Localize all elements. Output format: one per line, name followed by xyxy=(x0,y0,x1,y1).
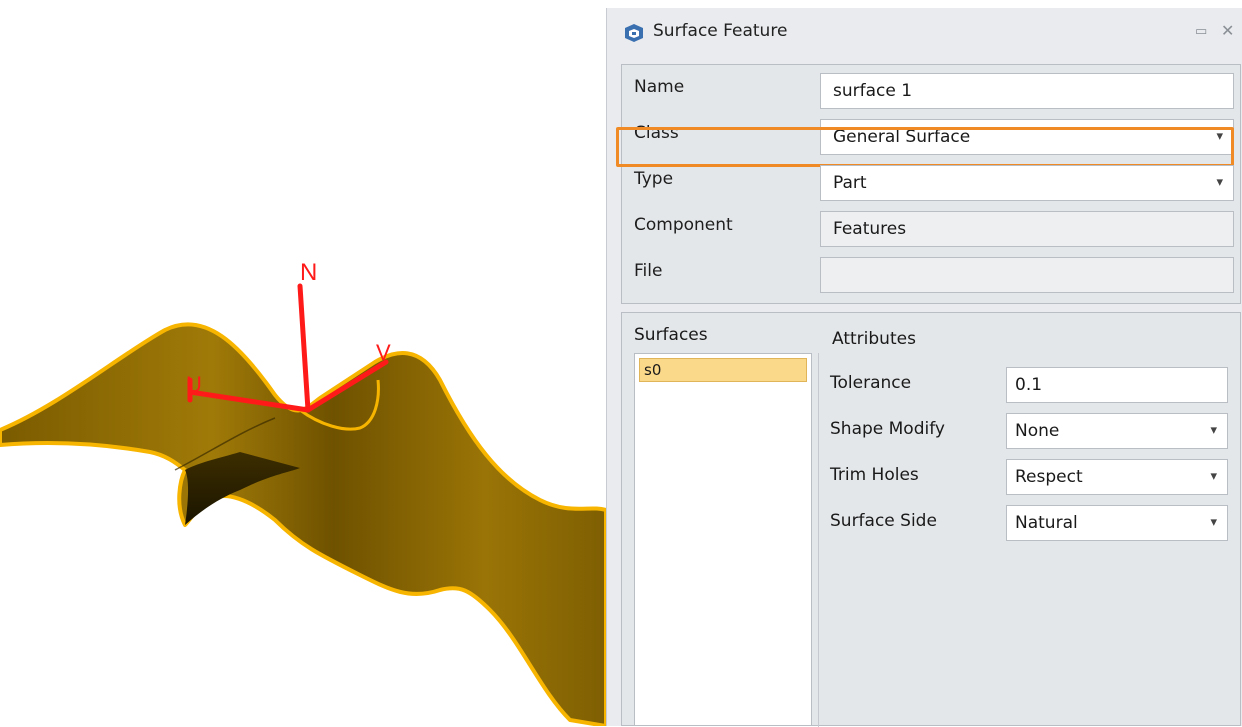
surfaces-list[interactable]: s0 xyxy=(634,353,812,725)
surfaces-label: Surfaces xyxy=(634,325,708,345)
axis-v-label: V xyxy=(376,340,391,365)
close-icon[interactable]: ✕ xyxy=(1221,22,1239,40)
name-label: Name xyxy=(634,77,685,97)
surface-side-select[interactable]: Natural xyxy=(1006,505,1228,541)
surface-side-label: Surface Side xyxy=(830,511,937,531)
surface-feature-icon xyxy=(625,24,643,42)
attributes-divider xyxy=(818,353,819,727)
type-select[interactable]: Part xyxy=(820,165,1234,201)
surface-body[interactable] xyxy=(0,322,606,726)
name-field[interactable]: surface 1 xyxy=(820,73,1234,109)
surface-feature-panel: Surface Feature ▭ ✕ Name surface 1 Class… xyxy=(606,8,1242,727)
panel-title: Surface Feature xyxy=(653,21,788,41)
surface-list-item[interactable]: s0 xyxy=(639,358,807,382)
trim-holes-select[interactable]: Respect xyxy=(1006,459,1228,495)
surfaces-attributes-group: Surfaces s0 Attributes Tolerance 0.1 Sha… xyxy=(621,312,1241,727)
trim-holes-label: Trim Holes xyxy=(830,465,919,485)
3d-viewport[interactable]: N U V xyxy=(0,0,606,726)
type-label: Type xyxy=(634,169,674,189)
panel-titlebar[interactable]: Surface Feature ▭ ✕ xyxy=(607,8,1242,56)
shape-modify-label: Shape Modify xyxy=(830,419,945,439)
axis-n-label: N xyxy=(300,259,317,286)
component-field: Features xyxy=(820,211,1234,247)
tolerance-field[interactable]: 0.1 xyxy=(1006,367,1228,403)
properties-group: Name surface 1 Class General Surface Typ… xyxy=(616,64,1241,304)
tolerance-label: Tolerance xyxy=(830,373,912,393)
pin-icon[interactable]: ▭ xyxy=(1195,24,1213,40)
shape-modify-select[interactable]: None xyxy=(1006,413,1228,449)
file-label: File xyxy=(634,261,663,281)
component-label: Component xyxy=(634,215,733,235)
file-field xyxy=(820,257,1234,293)
class-select[interactable]: General Surface xyxy=(820,119,1234,155)
axis-u-label: U xyxy=(186,372,202,397)
attributes-label: Attributes xyxy=(832,329,916,349)
class-label: Class xyxy=(634,123,679,143)
surface-model[interactable]: N U V xyxy=(0,0,606,726)
